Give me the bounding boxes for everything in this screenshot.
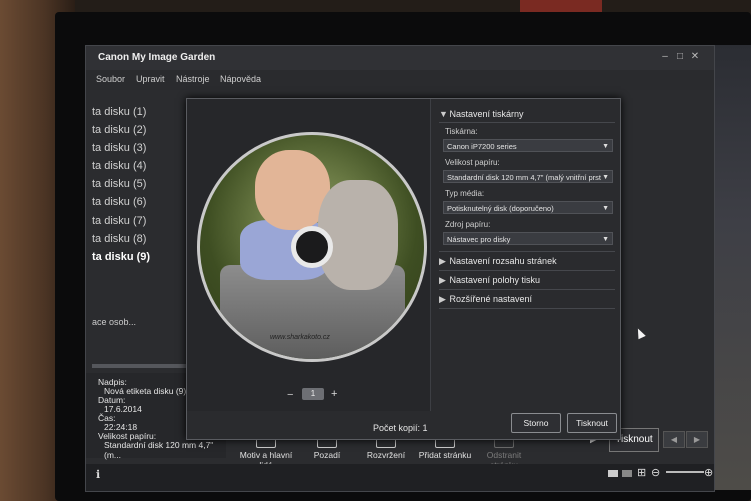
paper-size-select[interactable]: Standardní disk 120 mm 4,7" (malý vnitřn… (443, 170, 613, 183)
menu-help[interactable]: Nápověda (220, 74, 261, 84)
dropdown-arrow-icon: ▼ (602, 174, 609, 181)
next-page-button[interactable]: ▶ (686, 431, 708, 448)
view-icon[interactable] (608, 470, 618, 477)
advanced-settings-header[interactable]: ▶ Rozšířené nastavení (439, 294, 532, 305)
paper-source-label: Zdroj papíru: (445, 220, 491, 229)
prev-page-button[interactable]: ◀ (663, 431, 685, 448)
persons-label[interactable]: ace osob... (92, 317, 136, 327)
paper-source-value: Nástavec pro disky (447, 235, 511, 244)
page-plus-icon[interactable]: + (331, 388, 337, 400)
triangle-right-icon: ▶ (439, 275, 446, 285)
divider (439, 308, 615, 309)
zoom-in-icon[interactable]: ⊕ (704, 466, 713, 479)
list-item[interactable]: ta disku (7) (92, 215, 146, 227)
cancel-button[interactable]: Storno (511, 413, 561, 433)
list-item[interactable]: ta disku (1) (92, 106, 146, 118)
maximize-button[interactable]: □ (674, 51, 686, 62)
status-bar: ℹ ⊞ ⊖ ⊕ (86, 464, 714, 491)
printer-value: Canon iP7200 series (447, 142, 517, 151)
disc-watermark: www.sharkakoto.cz (270, 334, 330, 341)
printer-select[interactable]: Canon iP7200 series ▼ (443, 139, 613, 152)
page-minus-icon[interactable]: − (287, 389, 293, 401)
page-range-settings-title: Nastavení rozsahu stránek (449, 256, 557, 266)
list-item[interactable]: ta disku (6) (92, 196, 146, 208)
minimize-button[interactable]: – (659, 51, 671, 62)
divider (439, 251, 615, 252)
layout-label: Rozvržení (366, 450, 406, 460)
dialog-print-button[interactable]: Tisknout (567, 413, 617, 433)
divider (439, 289, 615, 290)
triangle-right-icon: ▶ (439, 256, 446, 266)
media-type-value: Potisknutelný disk (doporučeno) (447, 204, 554, 213)
disc-photo-toy (318, 180, 398, 290)
page-range-settings-header[interactable]: ▶ Nastavení rozsahu stránek (439, 256, 557, 267)
printer-label: Tiskárna: (445, 127, 478, 136)
arrow-left-icon: ◀ (670, 435, 678, 444)
print-dialog: www.sharkakoto.cz − 1 + ▼ Nastavení tisk… (186, 98, 621, 440)
view-icon[interactable] (622, 470, 632, 477)
list-item-selected[interactable]: ta disku (9) (92, 251, 150, 263)
print-position-settings-title: Nastavení polohy tisku (449, 275, 541, 285)
list-item[interactable]: ta disku (4) (92, 160, 146, 172)
app-title: Canon My Image Garden (98, 52, 216, 63)
list-item[interactable]: ta disku (5) (92, 178, 146, 190)
list-item[interactable]: ta disku (8) (92, 233, 146, 245)
disc-center-hole (291, 226, 333, 268)
menu-tools[interactable]: Nástroje (176, 74, 210, 84)
media-type-select[interactable]: Potisknutelný disk (doporučeno) ▼ (443, 201, 613, 214)
printer-settings-title: Nastavení tiskárny (449, 109, 524, 119)
zoom-out-icon[interactable]: ⊖ (651, 466, 660, 479)
add-page-label: Přidat stránku (418, 450, 472, 460)
print-settings-panel: ▼ Nastavení tiskárny Tiskárna: Canon iP7… (431, 99, 620, 411)
print-position-settings-header[interactable]: ▶ Nastavení polohy tisku (439, 275, 540, 286)
arrow-right-icon: ▶ (693, 435, 701, 444)
paper-size-label: Velikost papíru: (445, 158, 500, 167)
copies-value[interactable]: 1 (423, 423, 428, 433)
copies-row: Počet kopií: 1 (373, 423, 428, 433)
dropdown-arrow-icon: ▼ (602, 205, 609, 212)
disc-preview-image: www.sharkakoto.cz (197, 132, 427, 362)
menu-file[interactable]: Soubor (96, 74, 125, 84)
dropdown-arrow-icon: ▼ (602, 143, 609, 150)
dropdown-arrow-icon: ▼ (602, 236, 609, 243)
printer-settings-header[interactable]: ▼ Nastavení tiskárny (439, 109, 524, 119)
media-type-label: Typ média: (445, 189, 485, 198)
page-number-field[interactable]: 1 (302, 388, 324, 400)
menu-bar: Soubor Upravit Nástroje Nápověda (86, 70, 714, 90)
info-icon[interactable]: ℹ (96, 468, 100, 481)
info-paper-value: Standardní disk 120 mm 4,7" (m... (104, 440, 214, 460)
print-preview: www.sharkakoto.cz − 1 + (187, 99, 431, 411)
desktop-background (713, 45, 751, 490)
divider (439, 122, 615, 123)
background-label: Pozadí (313, 450, 341, 460)
list-item[interactable]: ta disku (3) (92, 142, 146, 154)
triangle-right-icon: ▶ (439, 294, 446, 304)
paper-size-value: Standardní disk 120 mm 4,7" (malý vnitřn… (447, 173, 601, 182)
list-item[interactable]: ta disku (2) (92, 124, 146, 136)
title-bar: Canon My Image Garden – □ ✕ (86, 46, 714, 70)
close-button[interactable]: ✕ (689, 51, 701, 62)
divider (439, 270, 615, 271)
advanced-settings-title: Rozšířené nastavení (449, 294, 533, 304)
zoom-slider[interactable] (666, 471, 704, 473)
paper-source-select[interactable]: Nástavec pro disky ▼ (443, 232, 613, 245)
plus-icon[interactable]: ⊞ (637, 466, 646, 479)
triangle-down-icon: ▼ (439, 109, 448, 119)
menu-edit[interactable]: Upravit (136, 74, 165, 84)
copies-label: Počet kopií: (373, 423, 421, 433)
